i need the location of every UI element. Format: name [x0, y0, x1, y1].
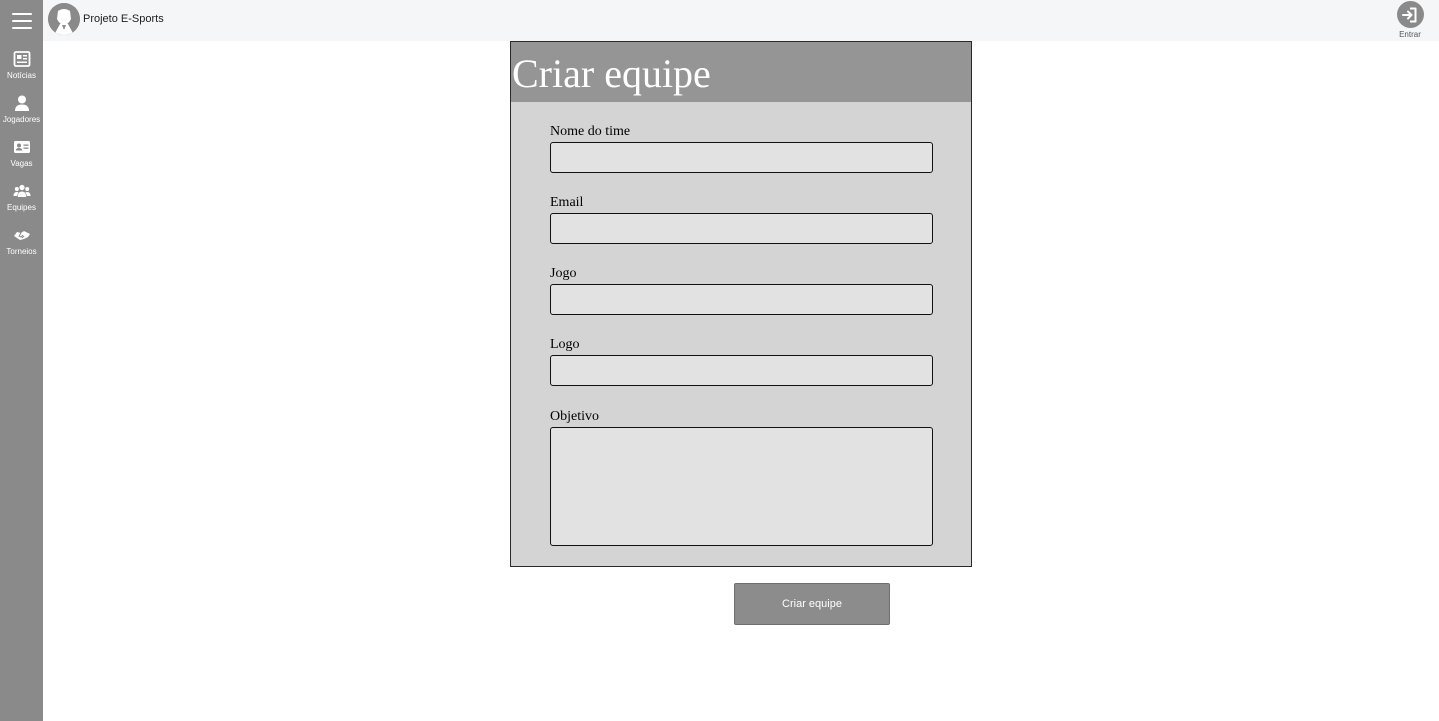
- users-icon: [13, 182, 31, 200]
- sidebar-item-equipes[interactable]: Equipes: [0, 182, 43, 222]
- sidebar-item-label: Notícias: [7, 71, 36, 80]
- logo-label: Logo: [550, 337, 580, 352]
- sidebar: Notícias Jogadores Vagas Equipes Torneio…: [0, 41, 43, 721]
- sidebar-item-torneios[interactable]: Torneios: [0, 226, 43, 266]
- game-label: Jogo: [550, 266, 577, 281]
- id-card-icon: [13, 138, 31, 156]
- user-icon: [13, 94, 31, 112]
- create-team-button[interactable]: Criar equipe: [734, 583, 890, 625]
- form-header: Criar equipe: [511, 42, 971, 102]
- brand[interactable]: Projeto E-Sports: [48, 3, 164, 35]
- top-bar: Projeto E-Sports Entrar: [0, 0, 1439, 41]
- objective-textarea[interactable]: [550, 427, 933, 546]
- logo-input[interactable]: [550, 355, 933, 386]
- hamburger-icon: [11, 12, 32, 29]
- objective-label: Objetivo: [550, 409, 599, 424]
- sidebar-item-jogadores[interactable]: Jogadores: [0, 94, 43, 134]
- sidebar-item-vagas[interactable]: Vagas: [0, 138, 43, 178]
- login-button[interactable]: Entrar: [1395, 1, 1425, 39]
- sidebar-item-label: Torneios: [6, 247, 37, 256]
- handshake-icon: [13, 226, 31, 244]
- brand-name: Projeto E-Sports: [83, 13, 164, 25]
- create-team-form: Criar equipe Nome do time Email Jogo Log…: [510, 41, 972, 567]
- newspaper-icon: [13, 50, 31, 68]
- sidebar-item-label: Jogadores: [2, 115, 41, 124]
- email-label: Email: [550, 195, 584, 210]
- form-title: Criar equipe: [512, 51, 711, 96]
- team-name-label: Nome do time: [550, 124, 631, 139]
- game-input[interactable]: [550, 284, 933, 315]
- menu-toggle-button[interactable]: [0, 0, 43, 41]
- email-input[interactable]: [550, 213, 933, 244]
- sidebar-item-noticias[interactable]: Notícias: [0, 50, 43, 90]
- login-label: Entrar: [1399, 30, 1421, 39]
- team-name-input[interactable]: [550, 142, 933, 173]
- sidebar-item-label: Equipes: [7, 203, 36, 212]
- sidebar-item-label: Vagas: [10, 159, 33, 168]
- sign-in-icon: [1396, 1, 1424, 28]
- logo-avatar-icon: [48, 3, 80, 35]
